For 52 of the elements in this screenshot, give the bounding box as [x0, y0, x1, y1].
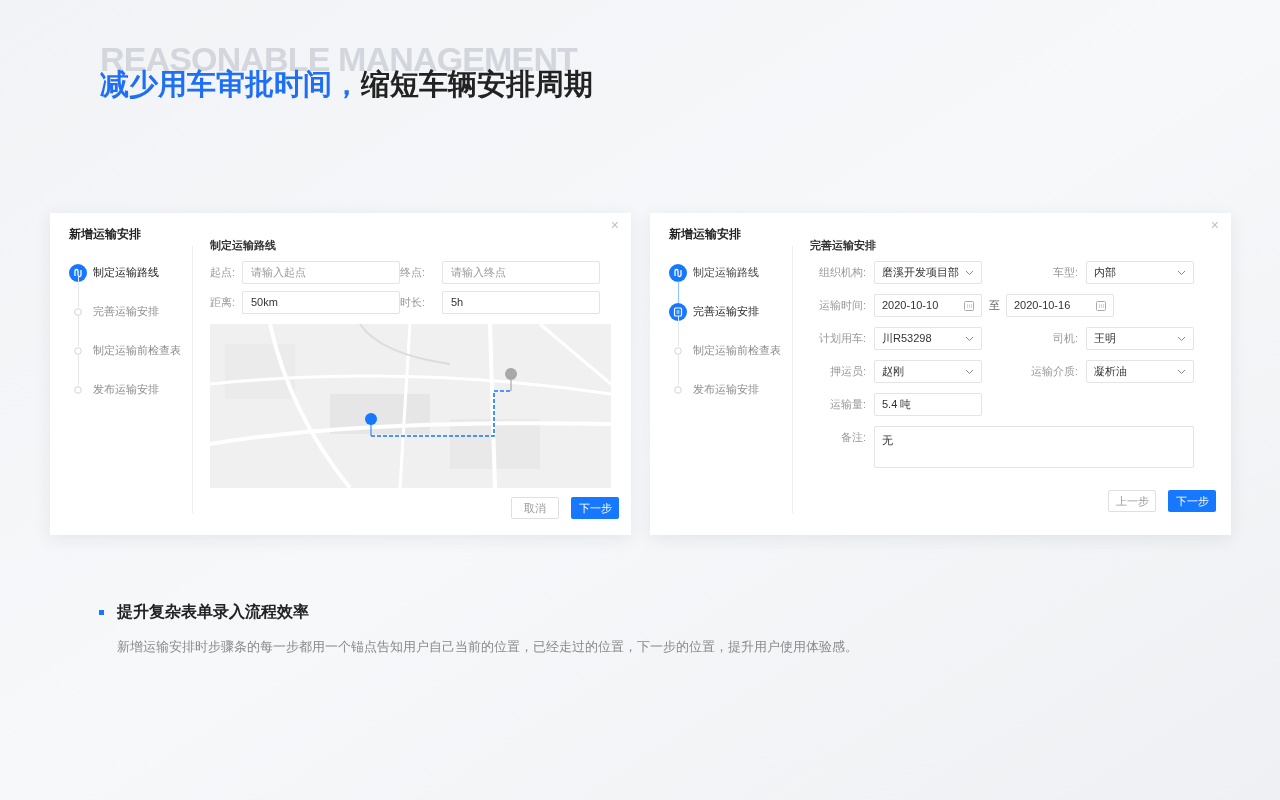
bullet-icon [99, 609, 104, 615]
field-label: 时长: [400, 295, 427, 311]
input-field[interactable]: 5h [442, 291, 600, 314]
field-label: 运输介质: [1030, 364, 1078, 379]
date-field[interactable]: 2020-10-10 [874, 294, 982, 317]
step-label[interactable]: 发布运输安排 [693, 381, 759, 398]
field-label: 距离: [210, 295, 237, 311]
field-label: 运输时间: [818, 298, 866, 313]
chevron-down-icon [1177, 335, 1186, 342]
field-label: 计划用车: [818, 331, 866, 346]
select-field[interactable]: 王明 [1086, 327, 1194, 350]
input-field[interactable]: 50km [242, 291, 400, 314]
step-label[interactable]: 制定运输路线 [93, 264, 159, 281]
field-label: 押运员: [829, 364, 866, 379]
chevron-down-icon [1177, 368, 1186, 375]
select-field[interactable]: 磨溪开发项目部 [874, 261, 982, 284]
feature-title: 提升复杂表单录入流程效率 [117, 602, 309, 622]
step-label[interactable]: 发布运输安排 [93, 381, 159, 398]
headline-text: 缩短车辆安排周期 [361, 70, 593, 99]
chevron-down-icon [965, 368, 974, 375]
chevron-down-icon [1177, 269, 1186, 276]
primary-button[interactable]: 下一步 [1168, 490, 1216, 512]
dialog-title: 新增运输安排 [669, 226, 741, 243]
section-title: 完善运输安排 [810, 240, 877, 253]
field-label: 终点: [400, 265, 427, 281]
step-label[interactable]: 完善运输安排 [93, 303, 159, 320]
step-label[interactable]: 完善运输安排 [693, 303, 759, 320]
step-label[interactable]: 制定运输前检查表 [93, 342, 181, 359]
calendar-icon [964, 300, 974, 311]
chevron-down-icon [965, 269, 974, 276]
select-field[interactable]: 川R53298 [874, 327, 982, 350]
select-field[interactable]: 内部 [1086, 261, 1194, 284]
field-label: 备注: [840, 430, 866, 445]
field-label: 车型: [1052, 265, 1078, 280]
input-field[interactable]: 5.4 吨 [874, 393, 982, 416]
field-label: 至 [987, 298, 1001, 313]
field-label: 起点: [210, 265, 237, 281]
step-label[interactable]: 制定运输路线 [693, 264, 759, 281]
feature-description: 新增运输安排时步骤条的每一步都用一个锚点告知用户自己当前的位置，已经走过的位置，下一步的位置，提升用户使用体验感。 [117, 639, 859, 656]
date-field[interactable]: 2020-10-16 [1006, 294, 1114, 317]
primary-button[interactable]: 下一步 [571, 497, 619, 519]
section-title: 制定运输路线 [210, 240, 277, 253]
calendar-icon [1096, 300, 1106, 311]
field-label: 运输量: [829, 397, 866, 412]
select-field[interactable]: 凝析油 [1086, 360, 1194, 383]
field-label: 司机: [1052, 331, 1078, 346]
dialog-title: 新增运输安排 [69, 226, 141, 243]
step-label[interactable]: 制定运输前检查表 [693, 342, 781, 359]
textarea-field[interactable]: 无 [874, 426, 1194, 468]
field-label: 组织机构: [818, 265, 866, 280]
select-field[interactable]: 赵刚 [874, 360, 982, 383]
chevron-down-icon [965, 335, 974, 342]
